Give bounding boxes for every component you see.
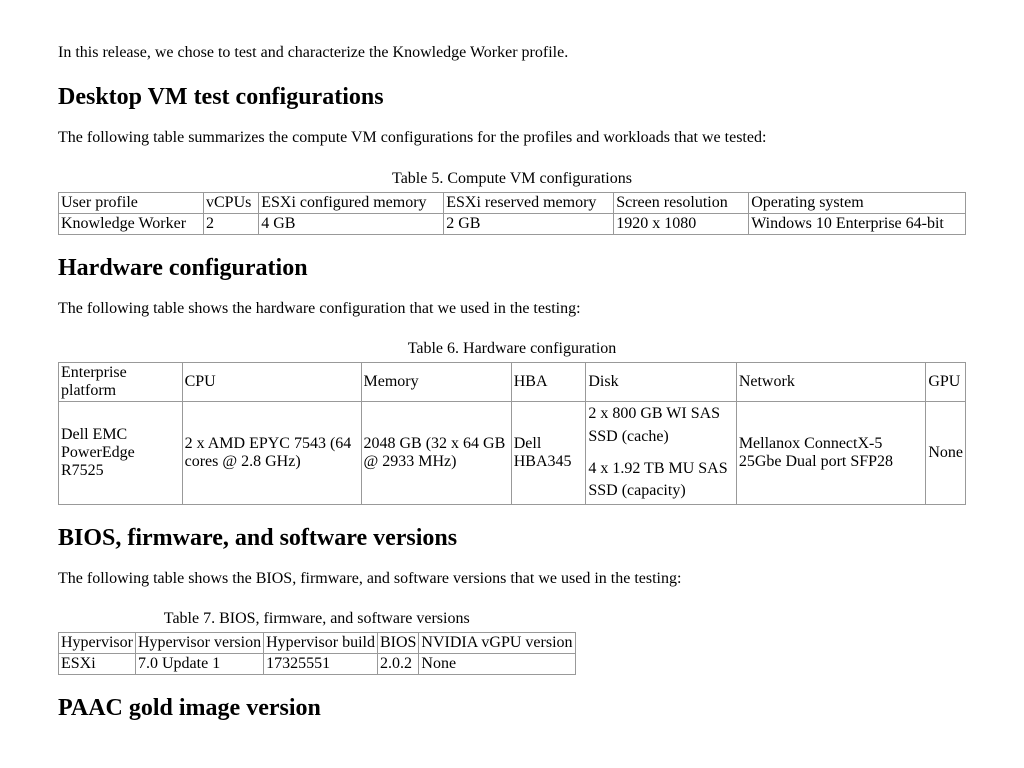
heading-desktop-vm: Desktop VM test configurations: [58, 84, 966, 111]
intro-paragraph: In this release, we chose to test and ch…: [58, 42, 966, 64]
th-cpu: CPU: [182, 363, 361, 402]
th-gpu: GPU: [926, 363, 966, 402]
th-screen-res: Screen resolution: [614, 192, 749, 213]
td-hba: Dell HBA345: [511, 402, 586, 505]
caption-bios: Table 7. BIOS, firmware, and software ve…: [58, 606, 576, 632]
th-hypervisor: Hypervisor: [59, 633, 136, 654]
td-network: Mellanox ConnectX-5 25Gbe Dual port SFP2…: [736, 402, 926, 505]
table-compute-vm: Table 5. Compute VM configurations User …: [58, 166, 966, 235]
caption-hardware: Table 6. Hardware configuration: [58, 336, 966, 362]
table-header-row: Hypervisor Hypervisor version Hypervisor…: [59, 633, 576, 654]
heading-paac: PAAC gold image version: [58, 695, 966, 722]
disk-line-1: 2 x 800 GB WI SAS SSD (cache): [588, 403, 733, 448]
disk-line-2: 4 x 1.92 TB MU SAS SSD (capacity): [588, 458, 733, 503]
th-memory: Memory: [361, 363, 511, 402]
td-screen-res: 1920 x 1080: [614, 213, 749, 234]
th-network: Network: [736, 363, 926, 402]
heading-bios: BIOS, firmware, and software versions: [58, 525, 966, 552]
th-esxi-reserved: ESXi reserved memory: [444, 192, 614, 213]
th-bios: BIOS: [377, 633, 418, 654]
td-platform: Dell EMC PowerEdge R7525: [59, 402, 183, 505]
caption-compute-vm: Table 5. Compute VM configurations: [58, 166, 966, 192]
td-user-profile: Knowledge Worker: [59, 213, 204, 234]
table-header-row: Enterprise platform CPU Memory HBA Disk …: [59, 363, 966, 402]
th-platform: Enterprise platform: [59, 363, 183, 402]
td-disk: 2 x 800 GB WI SAS SSD (cache) 4 x 1.92 T…: [586, 402, 736, 505]
para-hardware: The following table shows the hardware c…: [58, 298, 966, 320]
th-hv-version: Hypervisor version: [135, 633, 263, 654]
th-esxi-configured: ESXi configured memory: [259, 192, 444, 213]
td-hv-version: 7.0 Update 1: [135, 654, 263, 675]
td-gpu: None: [926, 402, 966, 505]
th-vcpus: vCPUs: [204, 192, 259, 213]
td-hypervisor: ESXi: [59, 654, 136, 675]
table-hardware: Table 6. Hardware configuration Enterpri…: [58, 336, 966, 505]
td-bios: 2.0.2: [377, 654, 418, 675]
para-bios: The following table shows the BIOS, firm…: [58, 568, 966, 590]
para-desktop-vm: The following table summarizes the compu…: [58, 127, 966, 149]
th-vgpu: NVIDIA vGPU version: [419, 633, 575, 654]
table-row: Dell EMC PowerEdge R7525 2 x AMD EPYC 75…: [59, 402, 966, 505]
table-header-row: User profile vCPUs ESXi configured memor…: [59, 192, 966, 213]
td-os: Windows 10 Enterprise 64-bit: [749, 213, 966, 234]
td-memory: 2048 GB (32 x 64 GB @ 2933 MHz): [361, 402, 511, 505]
td-vcpus: 2: [204, 213, 259, 234]
th-hv-build: Hypervisor build: [264, 633, 378, 654]
th-os: Operating system: [749, 192, 966, 213]
th-disk: Disk: [586, 363, 736, 402]
table-bios: Table 7. BIOS, firmware, and software ve…: [58, 606, 576, 675]
th-hba: HBA: [511, 363, 586, 402]
table-row: ESXi 7.0 Update 1 17325551 2.0.2 None: [59, 654, 576, 675]
heading-hardware: Hardware configuration: [58, 255, 966, 282]
td-esxi-configured: 4 GB: [259, 213, 444, 234]
td-vgpu: None: [419, 654, 575, 675]
th-user-profile: User profile: [59, 192, 204, 213]
td-cpu: 2 x AMD EPYC 7543 (64 cores @ 2.8 GHz): [182, 402, 361, 505]
table-row: Knowledge Worker 2 4 GB 2 GB 1920 x 1080…: [59, 213, 966, 234]
td-hv-build: 17325551: [264, 654, 378, 675]
td-esxi-reserved: 2 GB: [444, 213, 614, 234]
